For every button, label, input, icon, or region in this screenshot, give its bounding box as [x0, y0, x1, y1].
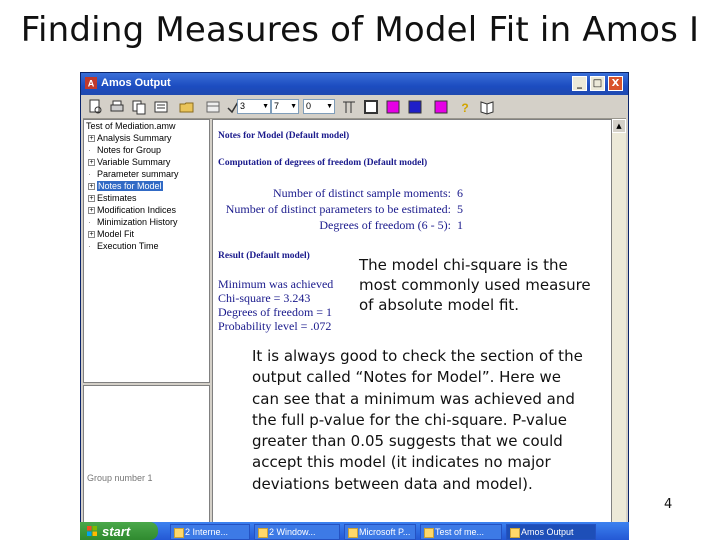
tree-item-model-fit[interactable]: + Model Fit [88, 229, 134, 240]
tree-item-analysis-summary[interactable]: + Analysis Summary [88, 133, 172, 144]
tree-item-variable-summary[interactable]: + Variable Summary [88, 157, 170, 168]
tree-item-notes-for-group[interactable]: · Notes for Group [88, 145, 161, 156]
expand-toggle[interactable]: + [88, 195, 95, 203]
toolbar: 3 ▼ 7 ▼ 0 ▼ ? [83, 96, 626, 119]
df-value: 5 [457, 202, 463, 216]
expand-toggle[interactable]: + [88, 183, 95, 191]
open-icon[interactable] [179, 99, 195, 115]
taskbar-item[interactable]: Microsoft P... [344, 524, 416, 540]
expand-toggle[interactable]: + [88, 231, 95, 239]
taskbar-item-active[interactable]: Amos Output [506, 524, 596, 540]
svg-text:A: A [88, 79, 95, 89]
notes-for-model-callout: It is always good to check the section o… [250, 346, 592, 522]
amos-app-icon: A [85, 77, 97, 89]
chevron-down-icon: ▼ [326, 103, 333, 110]
tree-item-execution-time[interactable]: · Execution Time [88, 241, 159, 252]
windows-logo-icon [87, 526, 97, 536]
window-title: Amos Output [101, 77, 171, 89]
color-blue-icon[interactable] [407, 99, 423, 115]
computation-heading: Computation of degrees of freedom (Defau… [218, 158, 428, 168]
df-label: Degrees of freedom (6 - 5): [319, 218, 451, 232]
notes-heading: Notes for Model (Default model) [218, 131, 350, 141]
chevron-down-icon: ▼ [290, 103, 297, 110]
chevron-down-icon: ▼ [262, 103, 269, 110]
svg-text:?: ? [461, 101, 468, 115]
slide-title: Finding Measures of Model Fit in Amos I [20, 10, 700, 50]
expand-toggle[interactable]: + [88, 135, 95, 143]
ie-icon [174, 528, 184, 538]
preview-icon[interactable] [87, 99, 103, 115]
taskbar-item[interactable]: 2 Interne... [170, 524, 250, 540]
options-icon[interactable] [153, 99, 169, 115]
copy-icon[interactable] [131, 99, 147, 115]
output-tree: Test of Mediation.amw + Analysis Summary … [83, 119, 210, 383]
page-number: 4 [664, 497, 673, 512]
color-magenta-2-icon[interactable] [433, 99, 449, 115]
color-magenta-icon[interactable] [385, 99, 401, 115]
df-value: 1 [457, 218, 463, 232]
taskbar: start 2 Interne... 2 Window... Microsoft… [80, 522, 629, 540]
copy-table-icon[interactable] [205, 99, 221, 115]
table-border-icon[interactable] [363, 99, 379, 115]
powerpoint-icon [348, 528, 358, 538]
vertical-scrollbar[interactable]: ▲ [612, 119, 626, 527]
tree-item-estimates[interactable]: + Estimates [88, 193, 137, 204]
help-icon[interactable]: ? [457, 99, 473, 115]
chi-square-callout: The model chi-square is the most commonl… [356, 255, 609, 319]
expand-toggle[interactable]: + [88, 159, 95, 167]
tree-item-parameter-summary[interactable]: · Parameter summary [88, 169, 179, 180]
tree-item-notes-for-model[interactable]: + Notes for Model [88, 181, 163, 192]
expand-toggle[interactable]: + [88, 207, 95, 215]
df-value: 6 [457, 186, 463, 200]
decimals-combo[interactable]: 3 ▼ [237, 99, 271, 114]
amos-icon [424, 528, 434, 538]
df-label: Number of distinct sample moments: [273, 186, 451, 200]
tree-item-minimization-history[interactable]: · Minimization History [88, 217, 178, 228]
maximize-button[interactable]: □ [590, 76, 605, 91]
amos-output-icon [510, 528, 520, 538]
scroll-up-icon[interactable]: ▲ [612, 119, 626, 133]
groups-panel: Group number 1 [83, 385, 210, 527]
minimize-button[interactable]: _ [572, 76, 587, 91]
result-line: Probability level = .072 [218, 319, 332, 333]
result-line: Minimum was achieved [218, 277, 334, 291]
result-line: Degrees of freedom = 1 [218, 305, 333, 319]
indent-combo[interactable]: 0 ▼ [303, 99, 335, 114]
result-line: Chi-square = 3.243 [218, 291, 311, 305]
close-button[interactable]: X [608, 76, 623, 91]
df-label: Number of distinct parameters to be esti… [225, 202, 451, 216]
book-icon[interactable] [479, 99, 495, 115]
folder-icon [258, 528, 268, 538]
print-icon[interactable] [109, 99, 125, 115]
result-heading: Result (Default model) [218, 251, 310, 261]
column-width-combo[interactable]: 7 ▼ [271, 99, 299, 114]
start-button[interactable]: start [80, 522, 158, 540]
columns-icon[interactable] [341, 99, 357, 115]
taskbar-item[interactable]: Test of me... [420, 524, 502, 540]
window-titlebar[interactable]: A Amos Output _ □ X [81, 73, 628, 95]
taskbar-item[interactable]: 2 Window... [254, 524, 340, 540]
group-item[interactable]: Group number 1 [87, 473, 153, 483]
tree-root[interactable]: Test of Mediation.amw [86, 121, 176, 131]
tree-item-modification-indices[interactable]: + Modification Indices [88, 205, 176, 216]
